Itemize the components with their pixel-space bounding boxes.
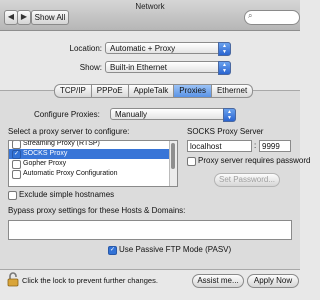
list-item[interactable]: ✓ SOCKS Proxy [9,149,177,159]
tab-appletalk[interactable]: AppleTalk [128,84,175,98]
show-label: Show: [79,63,102,72]
proxy-port-field[interactable]: 9999 [259,140,291,152]
configure-proxies-label: Configure Proxies: [34,110,100,119]
passive-ftp-checkbox[interactable]: ✓ [108,246,117,255]
checkbox[interactable] [12,170,21,179]
checkbox[interactable] [12,141,21,149]
proxy-host-field[interactable]: localhost [187,140,252,152]
list-item[interactable]: Gopher Proxy [9,159,177,169]
popup-arrows-icon: ▲ ▼ [218,42,231,56]
location-value: Automatic + Proxy [110,44,176,53]
scroll-thumb[interactable] [171,143,175,169]
back-button[interactable]: ◀ [4,10,18,25]
location-popup[interactable]: Automatic + Proxy ▲ ▼ [105,42,231,56]
requires-password-checkbox[interactable] [187,157,196,166]
show-value: Built-in Ethernet [110,63,167,72]
list-scrollbar[interactable] [169,141,177,186]
list-item[interactable]: Streaming Proxy (RTSP) [9,140,177,149]
bypass-hosts-field[interactable] [8,220,292,240]
checkbox[interactable] [12,160,21,169]
forward-button[interactable]: ▶ [17,10,31,25]
popup-arrows-icon: ▲ ▼ [218,61,231,75]
assist-me-button[interactable]: Assist me... [192,274,244,288]
list-item-label: Automatic Proxy Configuration [23,170,118,177]
list-item-label: SOCKS Proxy [23,150,68,157]
apply-now-button[interactable]: Apply Now [247,274,299,288]
tab-proxies[interactable]: Proxies [174,84,212,98]
checkbox[interactable]: ✓ [12,150,21,159]
tab-bar: TCP/IP PPPoE AppleTalk Proxies Ethernet [54,84,254,98]
list-item[interactable]: Automatic Proxy Configuration [9,169,177,179]
show-all-button[interactable]: Show All [31,10,69,25]
exclude-simple-label: Exclude simple hostnames [19,190,115,199]
passive-ftp-label: Use Passive FTP Mode (PASV) [119,245,232,254]
tab-pppoe[interactable]: PPPoE [91,84,129,98]
search-field[interactable]: ⌕ [244,10,300,25]
configure-proxies-popup[interactable]: Manually ▲ ▼ [110,108,236,122]
location-label: Location: [69,44,102,53]
port-separator: : [254,141,257,150]
lock-text: Click the lock to prevent further change… [22,276,158,285]
bypass-label: Bypass proxy settings for these Hosts & … [8,206,186,215]
list-item-label: Streaming Proxy (RTSP) [23,140,100,147]
tab-tcpip[interactable]: TCP/IP [54,84,92,98]
set-password-button[interactable]: Set Password... [214,173,280,187]
requires-password-label: Proxy server requires password [198,156,311,165]
title-bar: Network ◀ ▶ Show All ⌕ [0,0,300,31]
search-icon: ⌕ [248,11,253,20]
configure-proxies-value: Manually [115,110,148,119]
list-item-label: Gopher Proxy [23,160,67,167]
exclude-simple-checkbox[interactable] [8,191,17,200]
show-popup[interactable]: Built-in Ethernet ▲ ▼ [105,61,231,75]
popup-arrows-icon: ▲ ▼ [223,108,236,122]
proxy-list[interactable]: Streaming Proxy (RTSP) ✓ SOCKS Proxy Gop… [8,140,178,187]
lock-icon[interactable] [6,271,20,287]
proxy-list-heading: Select a proxy server to configure: [8,127,130,136]
tab-ethernet[interactable]: Ethernet [211,84,254,98]
socks-heading: SOCKS Proxy Server [187,127,264,136]
